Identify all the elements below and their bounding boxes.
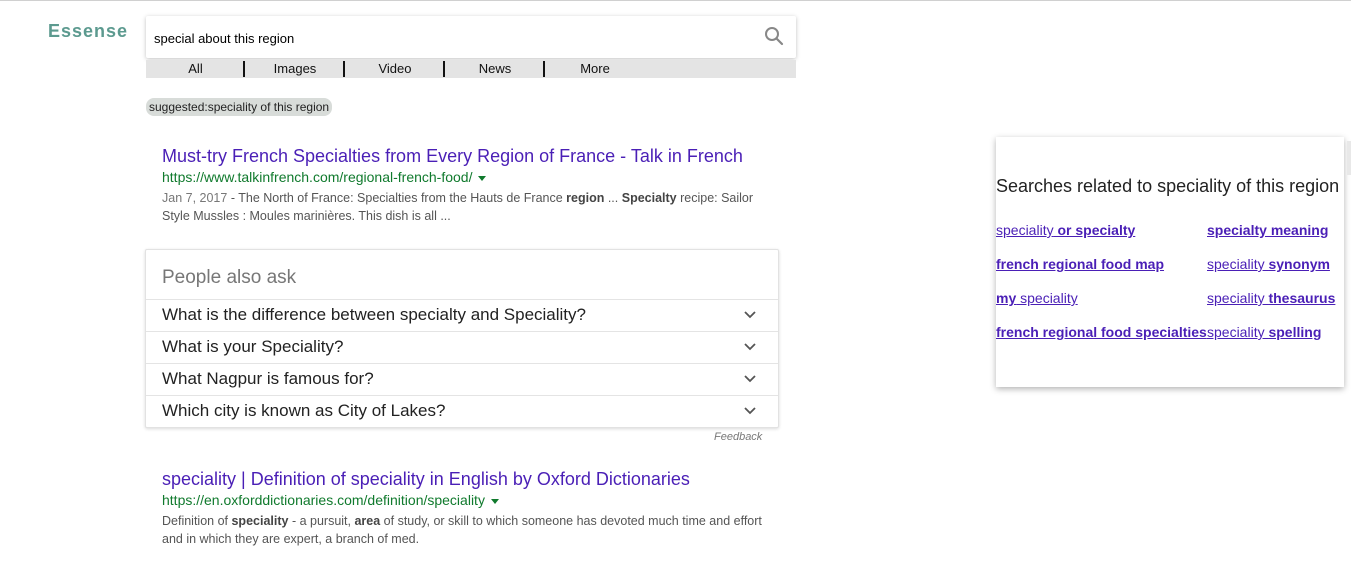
related-plain: speciality — [1207, 324, 1269, 340]
result-url: https://www.talkinfrench.com/regional-fr… — [162, 167, 762, 187]
chevron-down-icon — [744, 407, 756, 415]
paa-question[interactable]: What is the difference between specialty… — [146, 299, 778, 331]
related-bold: spelling — [1268, 324, 1322, 340]
related-bold: my — [996, 290, 1017, 306]
chevron-down-icon — [744, 311, 756, 319]
related-plain: speciality — [996, 222, 1054, 238]
result-snippet: Jan 7, 2017 - The North of France: Speci… — [162, 189, 762, 225]
search-result: Must-try French Specialties from Every R… — [162, 145, 762, 225]
related-search-link[interactable]: french regional food specialties — [996, 324, 1207, 340]
related-searches-title: Searches related to speciality of this r… — [996, 176, 1340, 196]
paa-question-text: Which city is known as City of Lakes? — [162, 401, 446, 420]
search-icon[interactable] — [764, 26, 784, 46]
tab-more[interactable]: More — [545, 60, 645, 78]
snippet-bold: speciality — [231, 514, 289, 528]
result-url-text: https://www.talkinfrench.com/regional-fr… — [162, 169, 473, 185]
related-plain: speciality — [1207, 256, 1269, 272]
paa-question[interactable]: What Nagpur is famous for? — [146, 363, 778, 395]
tab-images[interactable]: Images — [245, 60, 345, 78]
people-also-ask-title: People also ask — [162, 267, 297, 288]
search-result: speciality | Definition of speciality in… — [162, 468, 762, 548]
paa-question[interactable]: What is your Speciality? — [146, 331, 778, 363]
result-url: https://en.oxforddictionaries.com/defini… — [162, 490, 762, 510]
result-url-text: https://en.oxforddictionaries.com/defini… — [162, 492, 485, 508]
related-bold: or specialty — [1053, 222, 1136, 238]
related-search-link[interactable]: my speciality — [996, 290, 1078, 306]
tab-all[interactable]: All — [146, 60, 245, 78]
snippet-text: - The North of France: Specialties from … — [227, 191, 567, 205]
result-title-link[interactable]: speciality | Definition of speciality in… — [162, 468, 762, 490]
result-date: Jan 7, 2017 — [162, 191, 228, 205]
url-dropdown-icon[interactable] — [490, 498, 499, 504]
people-also-ask-panel: People also ask What is the difference b… — [145, 249, 779, 428]
paa-question-text: What is the difference between specialty… — [162, 305, 586, 324]
paa-question-text: What Nagpur is famous for? — [162, 369, 374, 388]
related-search-link[interactable]: speciality spelling — [1207, 324, 1321, 340]
snippet-text: ... — [604, 191, 622, 205]
snippet-bold: Specialty — [621, 191, 677, 205]
tab-news[interactable]: News — [445, 60, 545, 78]
related-search-link[interactable]: speciality synonym — [1207, 256, 1330, 272]
paa-question-text: What is your Speciality? — [162, 337, 344, 356]
result-snippet: Definition of speciality - a pursuit, ar… — [162, 512, 762, 548]
related-search-link[interactable]: specialty meaning — [1207, 222, 1328, 238]
scrollbar[interactable] — [1347, 141, 1351, 175]
logo[interactable]: Essense — [48, 21, 128, 42]
search-input[interactable] — [152, 27, 746, 49]
related-searches-panel: Searches related to speciality of this r… — [996, 137, 1344, 387]
related-plain: speciality — [1207, 290, 1269, 306]
related-bold: french regional food map — [996, 256, 1165, 272]
related-bold: specialty meaning — [1207, 222, 1329, 238]
related-bold: synonym — [1268, 256, 1330, 272]
chevron-down-icon — [744, 343, 756, 351]
related-bold: french regional food specialties — [996, 324, 1207, 340]
snippet-bold: region — [566, 191, 605, 205]
snippet-bold: area — [354, 514, 381, 528]
related-bold: thesaurus — [1268, 290, 1336, 306]
chevron-down-icon — [744, 375, 756, 383]
search-tabs: All Images Video News More — [146, 60, 796, 78]
related-search-link[interactable]: french regional food map — [996, 256, 1164, 272]
snippet-text: Definition of — [162, 514, 232, 528]
snippet-text: - a pursuit, — [288, 514, 355, 528]
related-plain: speciality — [1016, 290, 1078, 306]
tab-video[interactable]: Video — [345, 60, 445, 78]
search-box — [146, 16, 796, 58]
paa-question[interactable]: Which city is known as City of Lakes? — [146, 395, 778, 427]
result-title-link[interactable]: Must-try French Specialties from Every R… — [162, 145, 762, 167]
related-search-link[interactable]: speciality thesaurus — [1207, 290, 1335, 306]
related-search-link[interactable]: speciality or specialty — [996, 222, 1135, 238]
url-dropdown-icon[interactable] — [478, 175, 487, 181]
suggestion-chip[interactable]: suggested:speciality of this region — [146, 98, 333, 116]
feedback-link[interactable]: Feedback — [714, 431, 762, 443]
